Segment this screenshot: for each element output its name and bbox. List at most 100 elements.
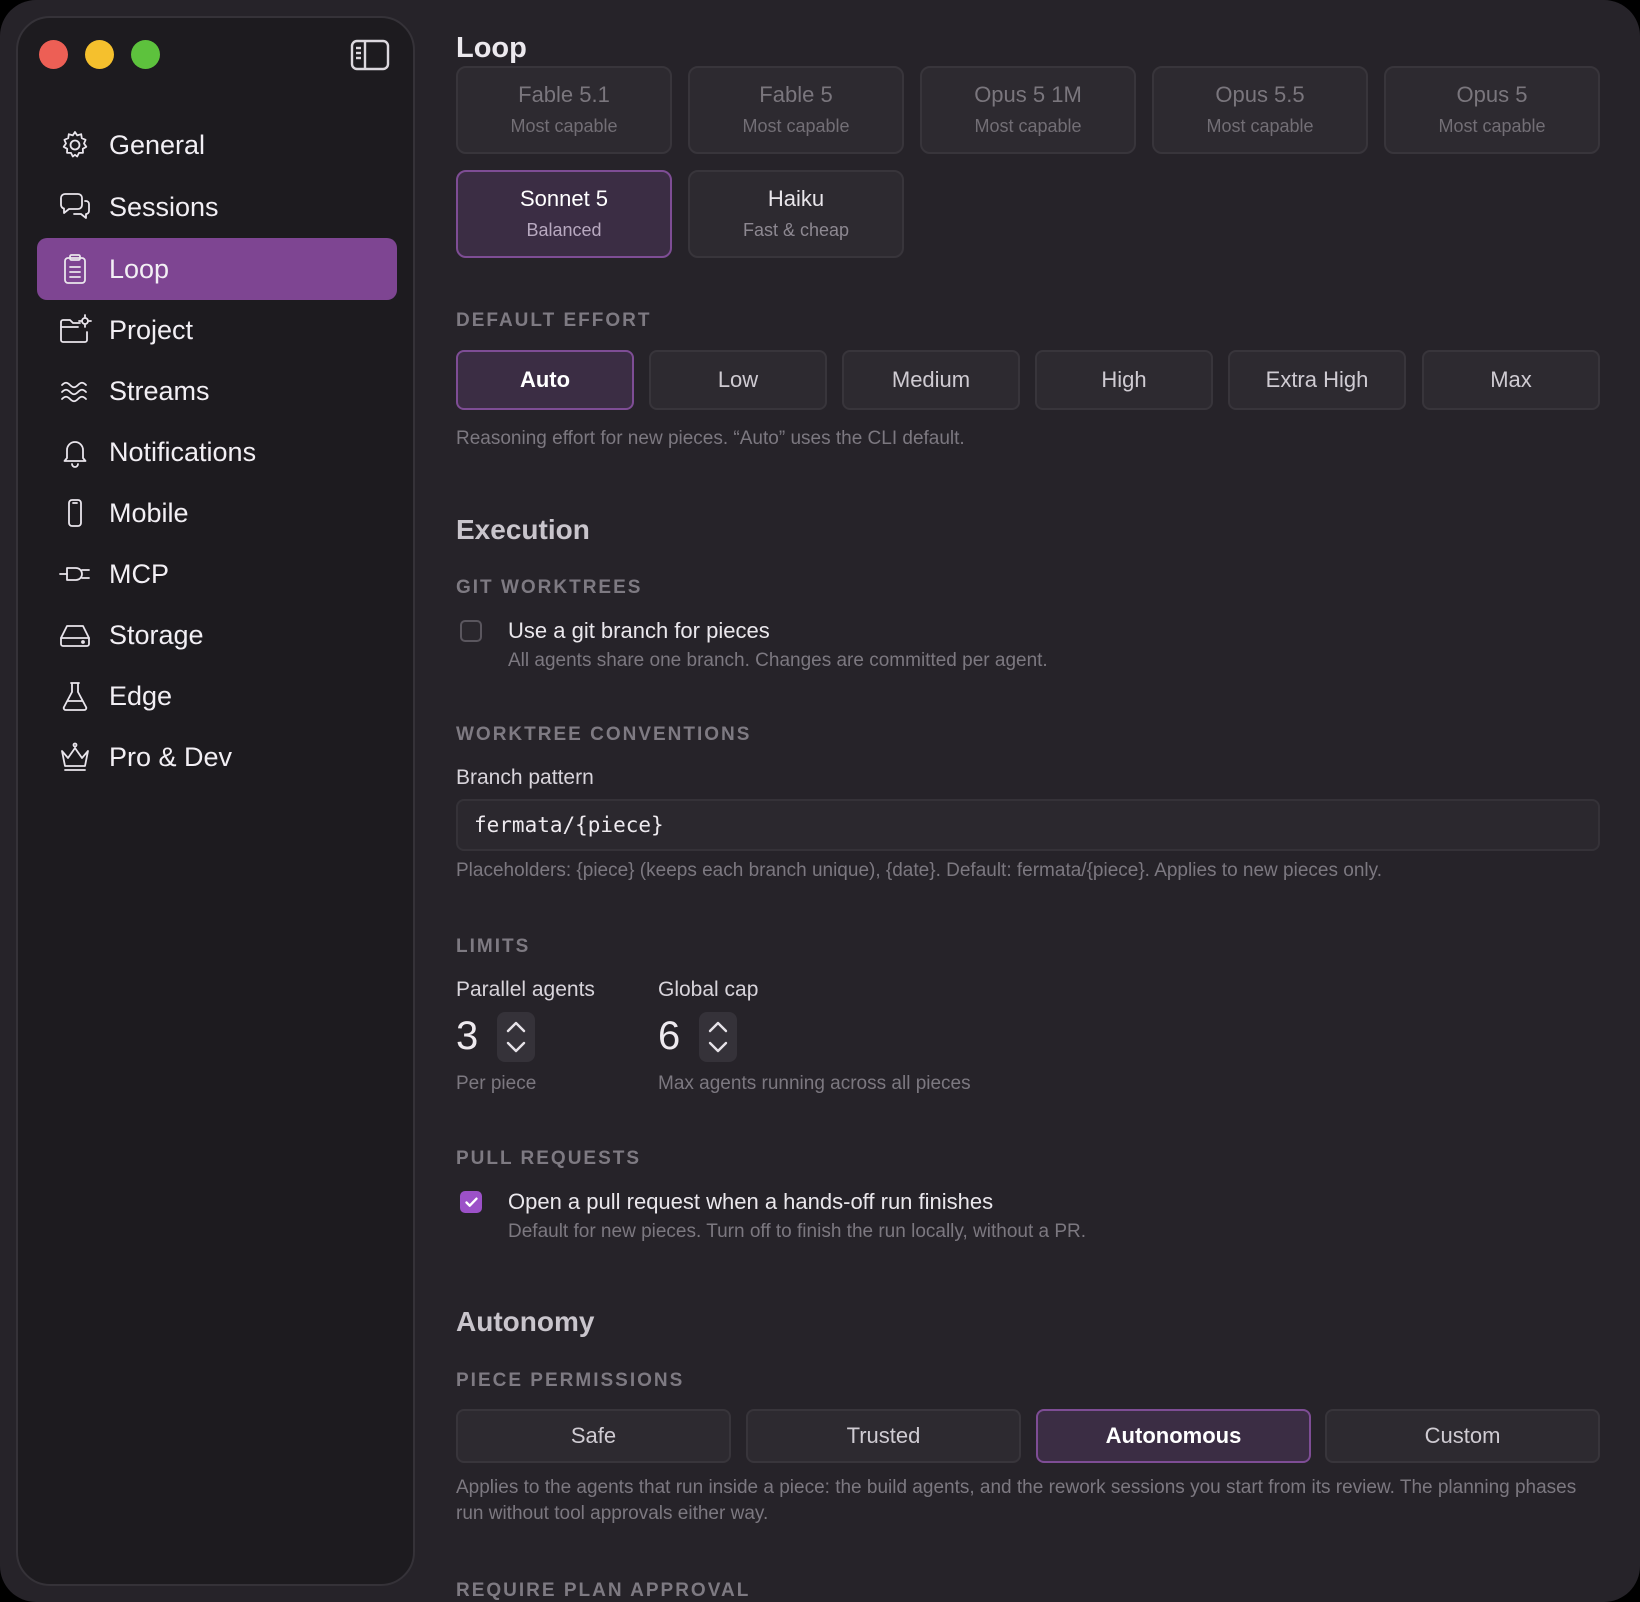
execution-heading: Execution xyxy=(456,514,590,545)
effort-option-low[interactable]: Low xyxy=(649,350,827,410)
sidebar-item-mobile[interactable]: Mobile xyxy=(37,482,397,544)
default-effort-label: DEFAULT EFFORT xyxy=(456,310,652,331)
require-plan-approval-label: REQUIRE PLAN APPROVAL xyxy=(456,1580,751,1601)
model-desc: Most capable xyxy=(510,116,618,136)
sidebar-item-label: Project xyxy=(109,314,194,345)
global-cap-desc: Max agents running across all pieces xyxy=(658,1073,971,1094)
sidebar-item-edge[interactable]: Edge xyxy=(37,665,397,727)
folder-gear-icon xyxy=(57,312,93,348)
model-name: Fable 5 xyxy=(759,82,833,107)
effort-option-medium[interactable]: Medium xyxy=(842,350,1020,410)
sidebar-item-label: Notifications xyxy=(109,436,257,467)
sidebar-item-label: Storage xyxy=(109,619,204,650)
git-worktrees-label: GIT WORKTREES xyxy=(456,577,643,598)
sidebar-item-label: Loop xyxy=(109,253,170,284)
chat-bubbles-icon xyxy=(57,189,93,225)
sidebar-item-label: Sessions xyxy=(109,191,219,222)
phone-icon xyxy=(57,495,93,531)
pull-request-label: Open a pull request when a hands-off run… xyxy=(508,1189,994,1214)
sidebar-item-pro-dev[interactable]: Pro & Dev xyxy=(37,726,397,788)
checkmark-icon xyxy=(465,1197,478,1207)
waves-icon xyxy=(57,373,93,409)
chevron-up-icon[interactable] xyxy=(708,1021,728,1033)
chevron-up-icon[interactable] xyxy=(506,1021,526,1033)
branch-pattern-help: Placeholders: {piece} (keeps each branch… xyxy=(456,860,1382,881)
global-cap-value: 6 xyxy=(658,1014,681,1058)
model-card-fable-5[interactable]: Fable 5 Most capable xyxy=(688,66,904,154)
limits-label: LIMITS xyxy=(456,936,531,957)
model-card-sonnet-5[interactable]: Sonnet 5 Balanced xyxy=(456,170,672,258)
model-card-opus-5-1m[interactable]: Opus 5 1M Most capable xyxy=(920,66,1136,154)
settings-window: General Sessions Loop Project Streams No… xyxy=(0,0,1640,1602)
model-name: Opus 5.5 xyxy=(1215,82,1305,107)
permissions-help: Applies to the agents that run inside a … xyxy=(456,1477,1577,1524)
model-name: Sonnet 5 xyxy=(519,186,609,211)
model-desc: Balanced xyxy=(526,220,602,240)
piece-permissions-label: PIECE PERMISSIONS xyxy=(456,1370,685,1391)
effort-option-extra-high[interactable]: Extra High xyxy=(1228,350,1406,410)
sidebar-item-label: Pro & Dev xyxy=(109,741,233,772)
sidebar-item-label: MCP xyxy=(109,558,169,589)
worktree-conventions-label: WORKTREE CONVENTIONS xyxy=(456,724,752,745)
parallel-agents-stepper[interactable] xyxy=(497,1012,535,1062)
close-window-button[interactable] xyxy=(39,40,68,69)
effort-option-high[interactable]: High xyxy=(1035,350,1213,410)
sidebar-item-mcp[interactable]: MCP xyxy=(37,543,397,605)
sidebar-item-storage[interactable]: Storage xyxy=(37,604,397,666)
model-card-opus-5-5[interactable]: Opus 5.5 Most capable xyxy=(1152,66,1368,154)
settings-main: Loop Fable 5.1 Most capable Fable 5 Most… xyxy=(456,0,1600,1602)
autonomy-heading: Autonomy xyxy=(456,1306,595,1337)
sidebar-item-label: Edge xyxy=(109,680,173,711)
permission-option-custom[interactable]: Custom xyxy=(1325,1409,1600,1463)
parallel-agents-desc: Per piece xyxy=(456,1073,537,1094)
chevron-down-icon[interactable] xyxy=(506,1041,526,1053)
parallel-agents-label: Parallel agents xyxy=(456,978,595,1001)
sidebar-toggle-icon[interactable] xyxy=(350,38,390,72)
model-name: Opus 5 1M xyxy=(974,82,1082,107)
effort-option-max[interactable]: Max xyxy=(1422,350,1600,410)
effort-option-auto[interactable]: Auto xyxy=(456,350,634,410)
model-desc: Most capable xyxy=(1206,116,1314,136)
crown-icon xyxy=(57,739,93,775)
sidebar-item-streams[interactable]: Streams xyxy=(37,360,397,422)
permission-option-autonomous[interactable]: Autonomous xyxy=(1036,1409,1311,1463)
model-name: Opus 5 xyxy=(1456,82,1528,107)
model-desc: Most capable xyxy=(1438,116,1546,136)
model-name: Haiku xyxy=(767,186,825,211)
drive-icon xyxy=(57,617,93,653)
model-card-fable-5-1[interactable]: Fable 5.1 Most capable xyxy=(456,66,672,154)
git-branch-checkbox[interactable] xyxy=(460,620,482,642)
chevron-down-icon[interactable] xyxy=(708,1041,728,1053)
model-card-opus-5[interactable]: Opus 5 Most capable xyxy=(1384,66,1600,154)
model-desc: Fast & cheap xyxy=(742,220,850,240)
permission-option-trusted[interactable]: Trusted xyxy=(746,1409,1021,1463)
permission-option-safe[interactable]: Safe xyxy=(456,1409,731,1463)
sidebar: General Sessions Loop Project Streams No… xyxy=(16,16,415,1586)
zoom-window-button[interactable] xyxy=(131,40,160,69)
sidebar-item-project[interactable]: Project xyxy=(37,299,397,361)
sidebar-item-label: Mobile xyxy=(109,497,189,528)
flask-icon xyxy=(57,678,93,714)
parallel-agents-value: 3 xyxy=(456,1014,479,1058)
sidebar-item-notifications[interactable]: Notifications xyxy=(37,421,397,483)
branch-pattern-input[interactable] xyxy=(456,799,1600,851)
sidebar-item-loop[interactable]: Loop xyxy=(37,238,397,300)
branch-pattern-label: Branch pattern xyxy=(456,766,594,789)
model-card-haiku[interactable]: Haiku Fast & cheap xyxy=(688,170,904,258)
sidebar-item-sessions[interactable]: Sessions xyxy=(37,176,397,238)
gear-icon xyxy=(57,127,93,163)
git-branch-desc: All agents share one branch. Changes are… xyxy=(508,650,1048,671)
global-cap-stepper[interactable] xyxy=(699,1012,737,1062)
model-desc: Most capable xyxy=(974,116,1082,136)
sidebar-item-general[interactable]: General xyxy=(37,114,397,176)
minimize-window-button[interactable] xyxy=(85,40,114,69)
sidebar-item-label: General xyxy=(109,129,206,160)
sidebar-item-label: Streams xyxy=(109,375,210,406)
plug-icon xyxy=(57,556,93,592)
clipboard-icon xyxy=(57,251,93,287)
page-title: Loop xyxy=(456,32,527,64)
pull-requests-label: PULL REQUESTS xyxy=(456,1148,642,1169)
pull-request-checkbox[interactable] xyxy=(460,1191,482,1213)
effort-help: Reasoning effort for new pieces. “Auto” … xyxy=(456,428,965,449)
global-cap-label: Global cap xyxy=(658,978,759,1001)
